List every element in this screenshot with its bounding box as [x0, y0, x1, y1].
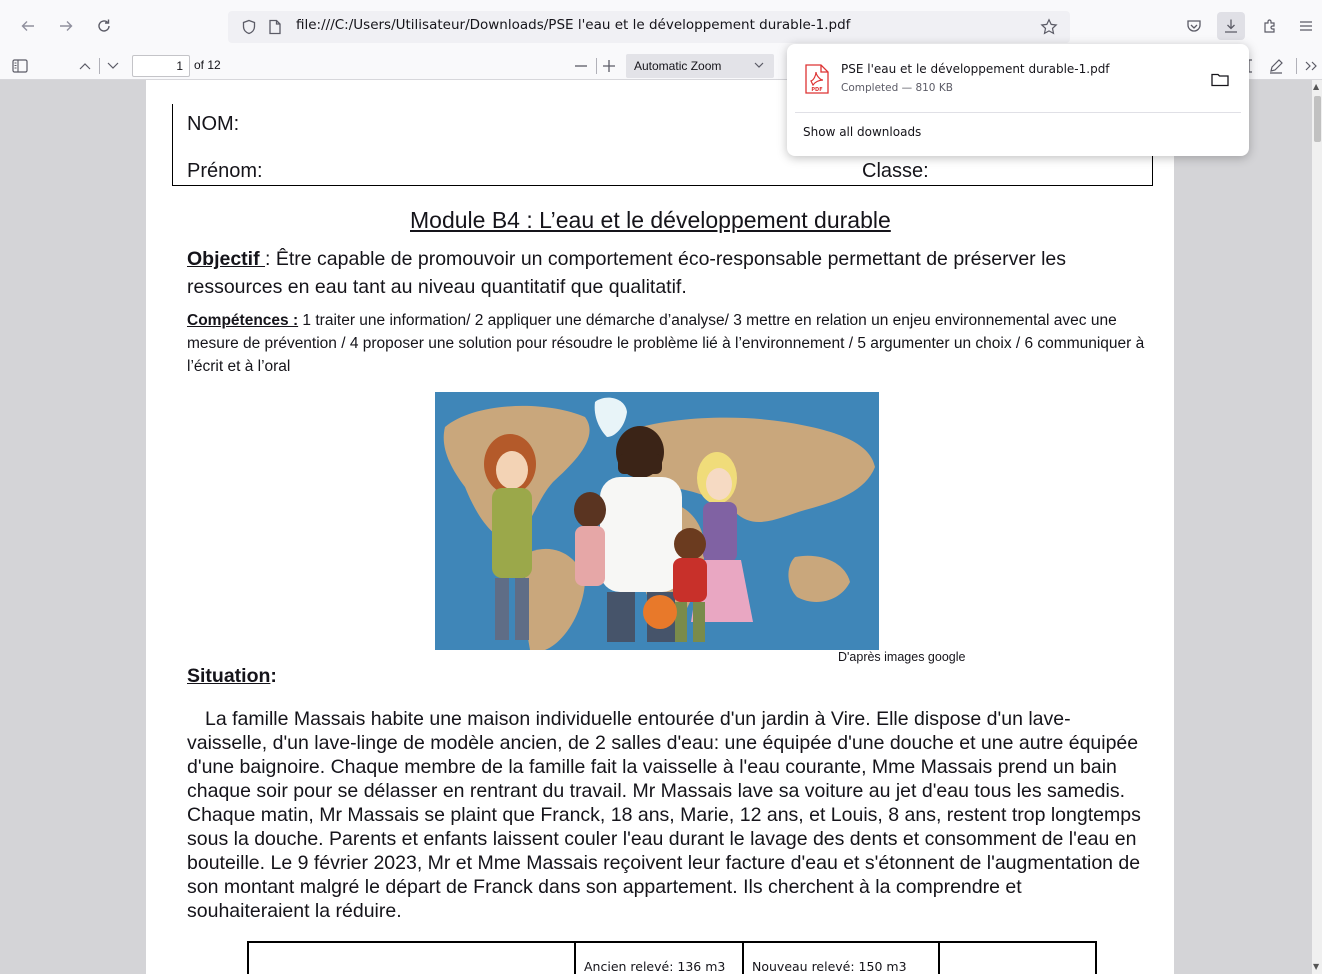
page-number-input[interactable]: 1: [132, 55, 190, 77]
competences-label: Compétences :: [187, 312, 299, 329]
tracking-shield-icon[interactable]: [240, 18, 258, 36]
reload-icon[interactable]: [90, 12, 118, 40]
downloads-icon[interactable]: [1217, 12, 1245, 40]
pdf-file-icon: PDF: [805, 64, 829, 94]
zoom-select-value: Automatic Zoom: [634, 59, 722, 73]
folder-icon[interactable]: [1209, 68, 1231, 90]
nom-label: NOM:: [187, 113, 240, 135]
pocket-icon[interactable]: [1180, 12, 1208, 40]
toolbar-divider: [596, 58, 597, 74]
download-status: Completed — 810 KB: [841, 82, 953, 94]
toolbar-divider: [1296, 58, 1297, 74]
situation-colon: :: [270, 665, 277, 687]
page-count-label: of 12: [194, 58, 221, 72]
scroll-thumb[interactable]: [1314, 96, 1321, 142]
old-reading-text: Ancien relevé: 136 m3: [584, 959, 726, 974]
family-world-map-illustration: [435, 392, 879, 650]
menu-icon[interactable]: [1292, 12, 1320, 40]
zoom-select[interactable]: Automatic Zoom: [626, 54, 774, 78]
downloads-panel: PDF PSE l'eau et le développement durabl…: [787, 44, 1249, 156]
table-cell-old-reading: Ancien relevé: 136 m3: [574, 943, 744, 974]
page-icon[interactable]: [266, 18, 284, 36]
url-text[interactable]: file:///C:/Users/Utilisateur/Downloads/P…: [296, 17, 850, 33]
meter-reading-table: Ancien relevé: 136 m3 Nouveau relevé: 15…: [247, 941, 1097, 974]
zoom-in-icon[interactable]: [598, 54, 620, 78]
draw-pen-icon[interactable]: [1264, 54, 1288, 78]
situation-heading: Situation:: [187, 665, 277, 688]
download-file-name: PSE l'eau et le développement durable-1.…: [841, 62, 1110, 76]
pdf-viewer[interactable]: NOM: Prénom: Classe: Module B4 : L’eau e…: [0, 80, 1312, 974]
toolbar-divider: [99, 58, 100, 74]
extensions-icon[interactable]: [1256, 12, 1284, 40]
image-credit: D'après images google: [838, 650, 966, 664]
situation-text: La famille Massais habite une maison ind…: [187, 708, 1141, 922]
download-item[interactable]: PDF PSE l'eau et le développement durabl…: [795, 52, 1241, 104]
vertical-scrollbar[interactable]: ▲ ▼: [1312, 80, 1322, 974]
next-page-icon[interactable]: [102, 54, 124, 78]
pdf-file-badge: PDF: [811, 87, 822, 93]
previous-page-icon[interactable]: [74, 54, 96, 78]
situation-paragraph: La famille Massais habite une maison ind…: [187, 707, 1147, 923]
classe-label: Classe:: [862, 160, 929, 182]
url-bar[interactable]: file:///C:/Users/Utilisateur/Downloads/P…: [228, 11, 1070, 43]
table-cell-new-reading: Nouveau relevé: 150 m3: [744, 943, 940, 974]
scroll-up-arrow-icon[interactable]: ▲: [1313, 82, 1319, 91]
bookmark-star-icon[interactable]: [1040, 18, 1058, 36]
competences-text: 1 traiter une information/ 2 appliquer u…: [187, 312, 1145, 375]
situation-label: Situation: [187, 665, 271, 687]
panel-divider: [795, 112, 1241, 113]
objective-label: Objectif: [187, 248, 266, 270]
forward-arrow-icon[interactable]: [52, 12, 80, 40]
sidebar-toggle-icon[interactable]: [8, 54, 32, 78]
objective-text: : Être capable de promouvoir un comporte…: [187, 248, 1067, 298]
show-all-downloads-link[interactable]: Show all downloads: [803, 125, 921, 139]
back-arrow-icon[interactable]: [14, 12, 42, 40]
pdf-page: NOM: Prénom: Classe: Module B4 : L’eau e…: [146, 80, 1174, 974]
scroll-down-arrow-icon[interactable]: ▼: [1313, 962, 1319, 971]
chevron-down-icon: [754, 54, 764, 78]
more-tools-chevron-icon[interactable]: [1302, 54, 1320, 78]
module-title: Module B4 : L’eau et le développement du…: [410, 207, 891, 233]
prenom-label: Prénom:: [187, 160, 263, 182]
objective-paragraph: Objectif : Être capable de promouvoir un…: [187, 245, 1147, 301]
new-reading-text: Nouveau relevé: 150 m3: [752, 959, 907, 974]
zoom-out-icon[interactable]: [570, 54, 592, 78]
competences-paragraph: Compétences : 1 traiter une information/…: [187, 309, 1152, 378]
